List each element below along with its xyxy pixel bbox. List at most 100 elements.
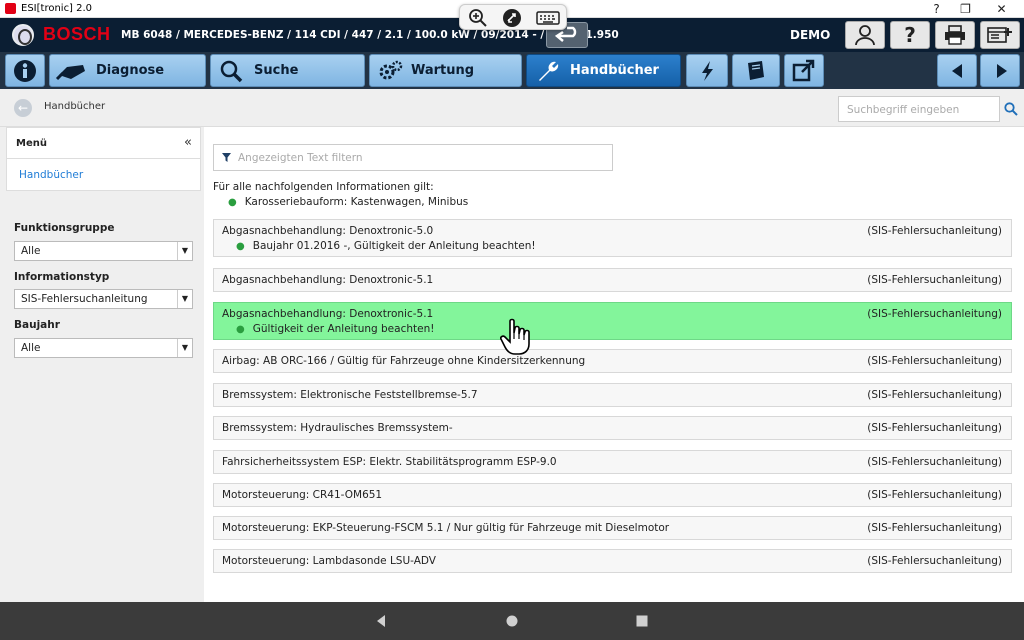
filter-label-informationstyp: Informationstyp xyxy=(14,271,110,283)
list-item-title: Fahrsicherheitssystem ESP: Elektr. Stabi… xyxy=(222,456,557,468)
bullet-icon: ● xyxy=(228,197,237,208)
baujahr-select[interactable]: Alle ▼ xyxy=(14,338,193,358)
text-filter-input[interactable]: Angezeigten Text filtern xyxy=(213,144,613,171)
list-item-note: ● Gültigkeit der Anleitung beachten! xyxy=(236,323,434,335)
tab-wartung[interactable]: Wartung xyxy=(369,54,522,87)
arrow-left-icon xyxy=(952,64,962,78)
tab-handbuecher[interactable]: Handbücher xyxy=(526,54,681,87)
list-item-note-text: Baujahr 01.2016 -, Gültigkeit der Anleit… xyxy=(252,240,536,252)
filter-label-baujahr: Baujahr xyxy=(14,319,60,331)
manual-tab[interactable] xyxy=(732,54,780,87)
close-window-button[interactable]: ✕ xyxy=(984,0,1019,18)
android-back-icon[interactable] xyxy=(374,614,388,628)
funktionsgruppe-select[interactable]: Alle ▼ xyxy=(14,241,193,261)
list-item-title: Motorsteuerung: Lambdasonde LSU-ADV xyxy=(222,555,436,567)
search-icon[interactable] xyxy=(1004,102,1018,116)
list-item-title: Bremssystem: Elektronische Feststellbrem… xyxy=(222,389,478,401)
funnel-icon xyxy=(222,153,231,162)
list-item[interactable]: Bremssystem: Elektronische Feststellbrem… xyxy=(213,383,1012,407)
zoom-in-icon[interactable] xyxy=(468,8,488,28)
baujahr-value: Alle xyxy=(21,342,41,354)
main-content: Angezeigten Text filtern Für alle nachfo… xyxy=(204,127,1024,602)
list-item-title: Motorsteuerung: EKP-Steuerung-FSCM 5.1 /… xyxy=(222,522,670,534)
android-navigation-bar xyxy=(0,602,1024,640)
list-item-category: (SIS-Fehlersuchanleitung) xyxy=(867,456,1002,468)
list-item-title: Airbag: AB ORC-166 / Gültig für Fahrzeug… xyxy=(222,355,586,367)
search-icon xyxy=(220,60,243,83)
list-item-category: (SIS-Fehlersuchanleitung) xyxy=(867,555,1002,567)
restore-window-button[interactable]: ❐ xyxy=(948,0,983,18)
informationstyp-select[interactable]: SIS-Fehlersuchanleitung ▼ xyxy=(14,289,193,309)
list-item[interactable]: Abgasnachbehandlung: Denoxtronic-5.1 (SI… xyxy=(213,268,1012,292)
menu-item-handbuecher[interactable]: Handbücher xyxy=(19,169,83,181)
list-item-category: (SIS-Fehlersuchanleitung) xyxy=(867,422,1002,434)
window-options-button[interactable] xyxy=(980,21,1020,49)
list-item[interactable]: Motorsteuerung: Lambdasonde LSU-ADV (SIS… xyxy=(213,549,1012,573)
help-button[interactable]: ? xyxy=(890,21,930,49)
android-home-icon[interactable] xyxy=(505,614,519,628)
app-icon xyxy=(5,3,16,14)
menu-title: Menü xyxy=(16,138,47,149)
keyboard-icon[interactable] xyxy=(536,8,560,28)
window-plus-icon xyxy=(987,27,1012,43)
android-recents-icon[interactable] xyxy=(635,614,649,628)
chevron-down-icon: ▼ xyxy=(177,242,192,260)
list-item[interactable]: Airbag: AB ORC-166 / Gültig für Fahrzeug… xyxy=(213,349,1012,373)
informationstyp-value: SIS-Fehlersuchanleitung xyxy=(21,293,148,305)
next-nav-button[interactable] xyxy=(980,54,1020,87)
list-item[interactable]: Abgasnachbehandlung: Denoxtronic-5.0 (SI… xyxy=(213,219,1012,257)
info-icon xyxy=(14,60,36,82)
main-navigation: Diagnose Suche Wartung Handbücher xyxy=(0,52,1024,89)
breadcrumb-bar: ← Handbücher Suchbegriff eingeben xyxy=(0,89,1024,127)
tab-diagnose[interactable]: Diagnose xyxy=(49,54,206,87)
list-item-category: (SIS-Fehlersuchanleitung) xyxy=(867,274,1002,286)
list-item[interactable]: Motorsteuerung: CR41-OM651 (SIS-Fehlersu… xyxy=(213,483,1012,507)
info-tab[interactable] xyxy=(5,54,45,87)
lightning-icon xyxy=(702,61,713,81)
demo-badge: DEMO xyxy=(790,28,831,42)
user-icon xyxy=(855,25,875,46)
breadcrumb-back-icon[interactable]: ← xyxy=(14,99,32,117)
tab-handbuecher-label: Handbücher xyxy=(570,63,659,78)
sidebar: Menü « Handbücher Funktionsgruppe Alle ▼… xyxy=(0,127,204,602)
prev-nav-button[interactable] xyxy=(937,54,977,87)
tab-diagnose-label: Diagnose xyxy=(96,63,165,78)
list-item-title: Abgasnachbehandlung: Denoxtronic-5.1 xyxy=(222,308,434,320)
search-input[interactable]: Suchbegriff eingeben xyxy=(838,96,1000,122)
arrow-right-icon xyxy=(997,64,1007,78)
hand-cursor-icon xyxy=(500,318,530,355)
breadcrumb[interactable]: Handbücher xyxy=(44,101,105,112)
list-item[interactable]: Motorsteuerung: EKP-Steuerung-FSCM 5.1 /… xyxy=(213,516,1012,540)
list-item-selected[interactable]: Abgasnachbehandlung: Denoxtronic-5.1 (SI… xyxy=(213,302,1012,340)
electrical-tab[interactable] xyxy=(686,54,728,87)
intro-text: Für alle nachfolgenden Informationen gil… xyxy=(213,181,434,193)
intro-item-text: Karosseriebauform: Kastenwagen, Minibus xyxy=(244,196,469,208)
remote-toolbar xyxy=(459,4,567,30)
bosch-logo-icon xyxy=(12,24,34,46)
book-icon xyxy=(748,61,764,80)
list-item-title: Motorsteuerung: CR41-OM651 xyxy=(222,489,383,501)
list-item[interactable]: Fahrsicherheitssystem ESP: Elektr. Stabi… xyxy=(213,450,1012,474)
list-item-note-text: Gültigkeit der Anleitung beachten! xyxy=(252,323,435,335)
user-button[interactable] xyxy=(845,21,885,49)
menu-panel: Menü « Handbücher xyxy=(6,127,201,191)
list-item[interactable]: Bremssystem: Hydraulisches Bremssystem- … xyxy=(213,416,1012,440)
menu-header: Menü « xyxy=(7,128,200,159)
list-item-title: Bremssystem: Hydraulisches Bremssystem- xyxy=(222,422,453,434)
print-button[interactable] xyxy=(935,21,975,49)
filter-label-funktionsgruppe: Funktionsgruppe xyxy=(14,222,115,234)
brand-name: BOSCH xyxy=(43,24,111,44)
funktionsgruppe-value: Alle xyxy=(21,245,41,257)
chevron-down-icon: ▼ xyxy=(177,339,192,357)
external-link-tab[interactable] xyxy=(784,54,824,87)
bullet-icon: ● xyxy=(236,241,245,252)
list-item-category: (SIS-Fehlersuchanleitung) xyxy=(867,389,1002,401)
list-item-category: (SIS-Fehlersuchanleitung) xyxy=(867,355,1002,367)
intro-item: ● Karosseriebauform: Kastenwagen, Minibus xyxy=(228,196,468,208)
list-item-note: ● Baujahr 01.2016 -, Gültigkeit der Anlei… xyxy=(236,240,536,252)
collapse-menu-icon[interactable]: « xyxy=(184,135,192,150)
external-link-icon xyxy=(792,59,815,82)
tab-suche[interactable]: Suche xyxy=(210,54,365,87)
tab-suche-label: Suche xyxy=(254,63,299,78)
remote-connection-icon[interactable] xyxy=(502,8,522,28)
